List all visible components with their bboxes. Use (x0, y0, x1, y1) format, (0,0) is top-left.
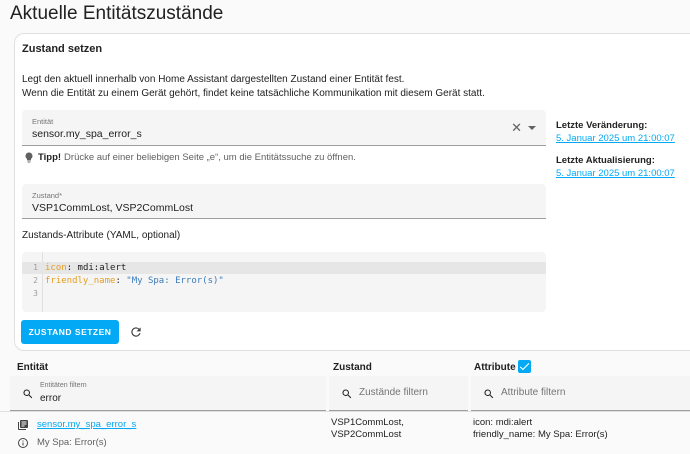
code-line[interactable]: 3 (22, 288, 546, 300)
description-line-1: Legt den aktuell innerhalb von Home Assi… (22, 74, 405, 85)
line-number: 1 (33, 263, 38, 272)
clear-icon[interactable]: ✕ (511, 121, 522, 134)
state-filter[interactable]: Zustände filtern (329, 376, 468, 411)
column-header-attributes: Attribute (474, 362, 516, 373)
table-row-entity-id[interactable]: sensor.my_spa_error_s (37, 419, 136, 431)
entity-picker[interactable]: Entität sensor.my_spa_error_s ✕ (22, 110, 546, 146)
code-text: friendly_name: "My Spa: Error(s)" (45, 276, 224, 286)
attributes-label: Zustands-Attribute (YAML, optional) (22, 230, 181, 241)
info-icon[interactable] (17, 437, 29, 449)
entity-filter[interactable]: Entitäten filtern error (10, 376, 326, 411)
code-text: icon: mdi:alert (45, 263, 127, 273)
table-divider (0, 411, 690, 412)
tip-title: Tipp! (38, 152, 62, 163)
last-changed-value[interactable]: 5. Januar 2025 um 21:00:07 (556, 133, 675, 144)
chevron-down-icon[interactable] (528, 126, 536, 130)
column-header-state: Zustand (333, 362, 372, 373)
code-line[interactable]: 2 friendly_name: "My Spa: Error(s)" (22, 275, 546, 287)
last-updated-value[interactable]: 5. Januar 2025 um 21:00:07 (556, 168, 675, 179)
search-icon (342, 389, 352, 399)
card-title: Zustand setzen (22, 43, 103, 55)
line-number: 3 (33, 289, 38, 298)
description-line-2: Wenn die Entität zu einem Gerät gehört, … (22, 88, 485, 99)
attribute-filter[interactable]: Attribute filtern (471, 376, 690, 411)
set-state-button[interactable]: ZUSTAND SETZEN (21, 320, 119, 344)
state-field-value[interactable]: VSP1CommLost, VSP2CommLost (32, 202, 193, 214)
table-row-friendly-name: My Spa: Error(s) (37, 437, 107, 448)
search-icon (23, 389, 33, 399)
search-icon (484, 389, 494, 399)
tip-hint: Tipp! Drücke auf einer beliebigen Seite … (23, 151, 356, 164)
column-header-entity: Entität (17, 362, 49, 373)
table-row-attributes: icon: mdi:alert friendly_name: My Spa: E… (473, 417, 608, 440)
entity-field-label: Entität (32, 117, 54, 126)
check-icon (519, 363, 530, 371)
card-description: Legt den aktuell innerhalb von Home Assi… (22, 73, 485, 101)
last-updated-label: Letzte Aktualisierung: (556, 155, 655, 166)
state-field[interactable]: Zustand* VSP1CommLost, VSP2CommLost (22, 184, 546, 219)
attributes-checkbox[interactable] (518, 360, 531, 373)
tip-text: Drücke auf einer beliebigen Seite „e“, u… (64, 152, 356, 163)
line-number: 2 (33, 276, 38, 285)
state-filter-placeholder: Zustände filtern (359, 387, 428, 398)
page-title: Aktuelle Entitätszustände (10, 3, 224, 24)
table-row-state: VSP1CommLost, VSP2CommLost (331, 417, 404, 440)
last-changed-label: Letzte Veränderung: (556, 120, 648, 131)
state-field-label: Zustand* (32, 191, 63, 200)
lightbulb-icon (25, 152, 33, 163)
entity-filter-label: Entitäten filtern (40, 382, 87, 389)
entity-field-value[interactable]: sensor.my_spa_error_s (32, 128, 142, 140)
attribute-filter-placeholder: Attribute filtern (501, 387, 566, 398)
yaml-editor[interactable]: 1 icon: mdi:alert 2 friendly_name: "My S… (22, 252, 546, 312)
code-line[interactable]: 1 icon: mdi:alert (22, 262, 546, 274)
copy-icon[interactable] (17, 419, 29, 431)
entity-filter-value[interactable]: error (40, 393, 61, 404)
refresh-icon[interactable] (129, 325, 143, 339)
